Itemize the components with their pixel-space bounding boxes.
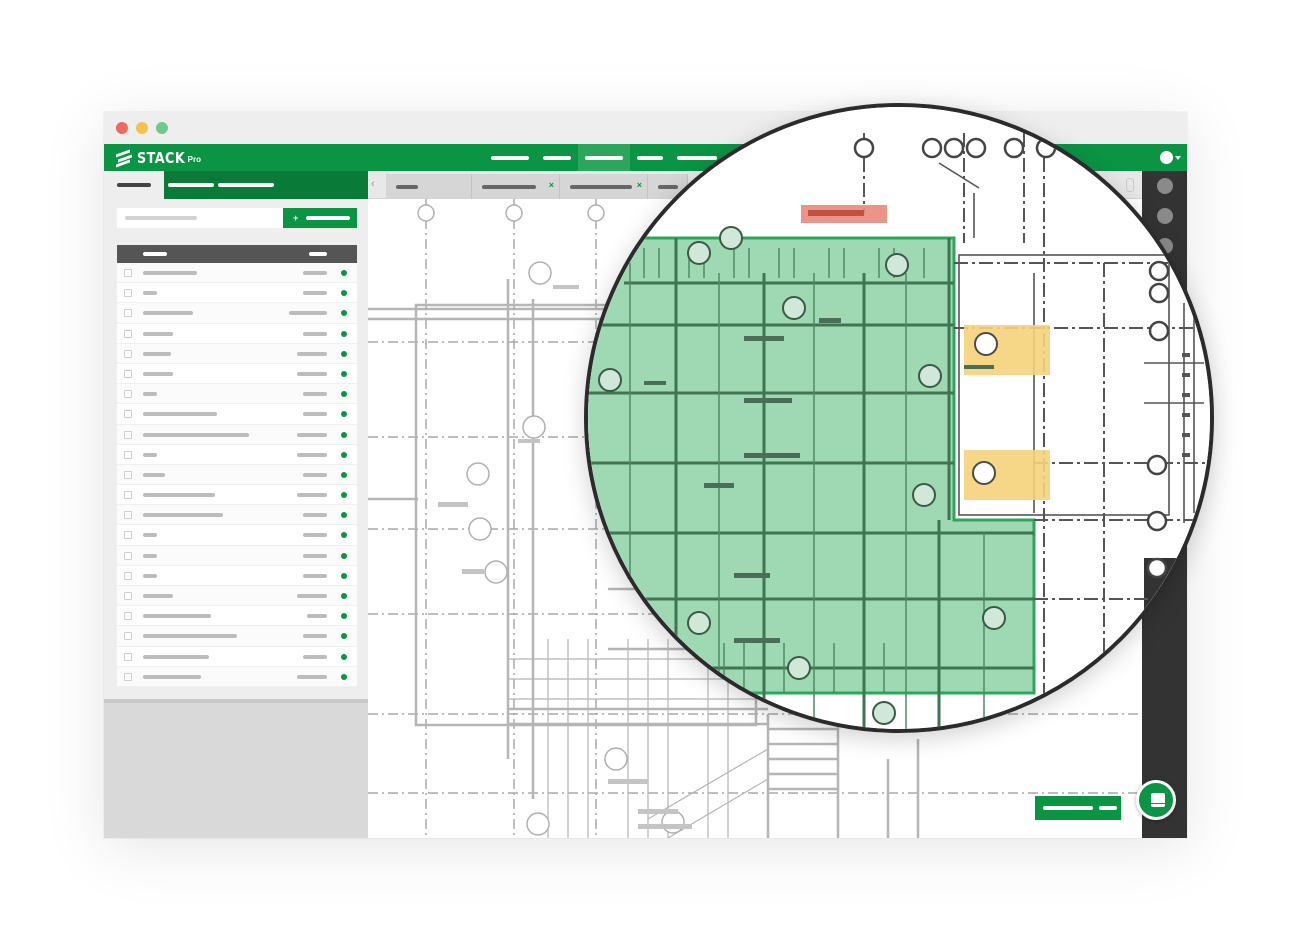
table-row[interactable] bbox=[117, 464, 357, 486]
brand-tier: Pro bbox=[187, 155, 201, 164]
status-dot-icon bbox=[341, 593, 347, 599]
table-row[interactable] bbox=[117, 263, 357, 284]
stage: STACK Pro + ‹ × bbox=[0, 0, 1292, 950]
minimize-window-button[interactable] bbox=[136, 122, 148, 134]
checkbox[interactable] bbox=[124, 652, 132, 661]
table-header bbox=[117, 245, 357, 263]
sidebar-tab-1[interactable] bbox=[104, 171, 164, 199]
checkbox[interactable] bbox=[124, 329, 132, 338]
zoom-window-button[interactable] bbox=[156, 122, 168, 134]
status-dot-icon bbox=[341, 552, 347, 559]
status-dot-icon bbox=[341, 613, 347, 620]
status-dot-icon bbox=[341, 350, 347, 357]
status-dot-icon bbox=[341, 411, 347, 418]
nav-item-1[interactable] bbox=[484, 144, 536, 171]
table-row[interactable] bbox=[117, 505, 357, 526]
table-row[interactable] bbox=[117, 303, 357, 324]
table-row[interactable] bbox=[117, 283, 357, 304]
status-dot-icon bbox=[341, 673, 347, 680]
status-dot-icon bbox=[341, 492, 347, 499]
table-row[interactable] bbox=[117, 404, 357, 425]
checkbox[interactable] bbox=[124, 511, 132, 520]
checkbox[interactable] bbox=[124, 450, 132, 459]
table-row[interactable] bbox=[117, 343, 357, 364]
table-row[interactable] bbox=[117, 363, 357, 385]
status-dot-icon bbox=[341, 653, 347, 660]
collapse-sidebar-icon[interactable]: ‹ bbox=[371, 178, 375, 190]
checkbox[interactable] bbox=[124, 430, 132, 439]
table-row[interactable] bbox=[117, 666, 357, 687]
table-row[interactable] bbox=[117, 606, 357, 627]
brand-name: STACK bbox=[137, 149, 186, 167]
sidebar-tab-2[interactable] bbox=[168, 171, 214, 199]
finish-takeoff-button[interactable] bbox=[1035, 796, 1121, 820]
book-icon[interactable] bbox=[1136, 780, 1176, 820]
status-dot-icon bbox=[341, 391, 347, 398]
status-dot-icon bbox=[341, 431, 347, 438]
takeoff-panel: + bbox=[104, 171, 368, 703]
sidebar: + bbox=[104, 171, 368, 838]
checkbox[interactable] bbox=[124, 390, 132, 399]
nav-item-2[interactable] bbox=[536, 144, 578, 171]
checkbox[interactable] bbox=[124, 470, 132, 479]
checkbox[interactable] bbox=[124, 410, 132, 419]
status-dot-icon bbox=[341, 270, 347, 276]
checkbox[interactable] bbox=[124, 491, 132, 500]
table-row[interactable] bbox=[117, 646, 357, 667]
brand-logo[interactable]: STACK Pro bbox=[116, 148, 201, 168]
checkbox[interactable] bbox=[124, 369, 132, 378]
table-row[interactable] bbox=[117, 485, 357, 506]
status-dot-icon bbox=[341, 290, 347, 297]
table-row[interactable] bbox=[117, 586, 357, 607]
close-window-button[interactable] bbox=[116, 122, 128, 134]
add-takeoff-button[interactable]: + bbox=[283, 208, 357, 228]
magnified-plan bbox=[588, 107, 1210, 729]
zoom-magnifier bbox=[584, 103, 1214, 733]
status-dot-icon bbox=[341, 512, 347, 519]
search-input[interactable] bbox=[117, 208, 283, 228]
checkbox[interactable] bbox=[124, 309, 132, 318]
status-dot-icon bbox=[341, 330, 347, 337]
table-row[interactable] bbox=[117, 565, 357, 586]
plus-icon: + bbox=[293, 213, 299, 223]
checkbox[interactable] bbox=[124, 269, 132, 277]
checkbox[interactable] bbox=[124, 289, 132, 298]
stack-logo-icon bbox=[116, 149, 132, 168]
sidebar-tab-3[interactable] bbox=[218, 171, 274, 199]
checkbox[interactable] bbox=[124, 349, 132, 358]
checkbox[interactable] bbox=[124, 592, 132, 600]
status-dot-icon bbox=[341, 633, 347, 640]
sidebar-tabs bbox=[104, 171, 368, 199]
checkbox[interactable] bbox=[124, 531, 132, 540]
plan-tab-2[interactable]: × bbox=[472, 174, 560, 199]
table-row[interactable] bbox=[117, 424, 357, 445]
checkbox[interactable] bbox=[124, 551, 132, 560]
checkbox[interactable] bbox=[124, 672, 132, 681]
status-dot-icon bbox=[341, 370, 347, 377]
table-row[interactable] bbox=[117, 384, 357, 405]
status-dot-icon bbox=[341, 471, 347, 478]
takeoff-table bbox=[117, 245, 357, 687]
status-dot-icon bbox=[341, 532, 347, 539]
checkbox[interactable] bbox=[124, 571, 132, 580]
checkbox[interactable] bbox=[124, 632, 132, 641]
status-dot-icon bbox=[341, 310, 347, 317]
status-dot-icon bbox=[341, 572, 347, 579]
table-row[interactable] bbox=[117, 444, 357, 465]
checkbox[interactable] bbox=[124, 612, 132, 621]
close-tab-icon[interactable]: × bbox=[549, 180, 554, 190]
table-row[interactable] bbox=[117, 545, 357, 566]
status-dot-icon bbox=[341, 451, 347, 458]
plan-tab-1[interactable] bbox=[386, 174, 472, 199]
table-row[interactable] bbox=[117, 323, 357, 344]
table-row[interactable] bbox=[117, 525, 357, 546]
table-row[interactable] bbox=[117, 626, 357, 647]
